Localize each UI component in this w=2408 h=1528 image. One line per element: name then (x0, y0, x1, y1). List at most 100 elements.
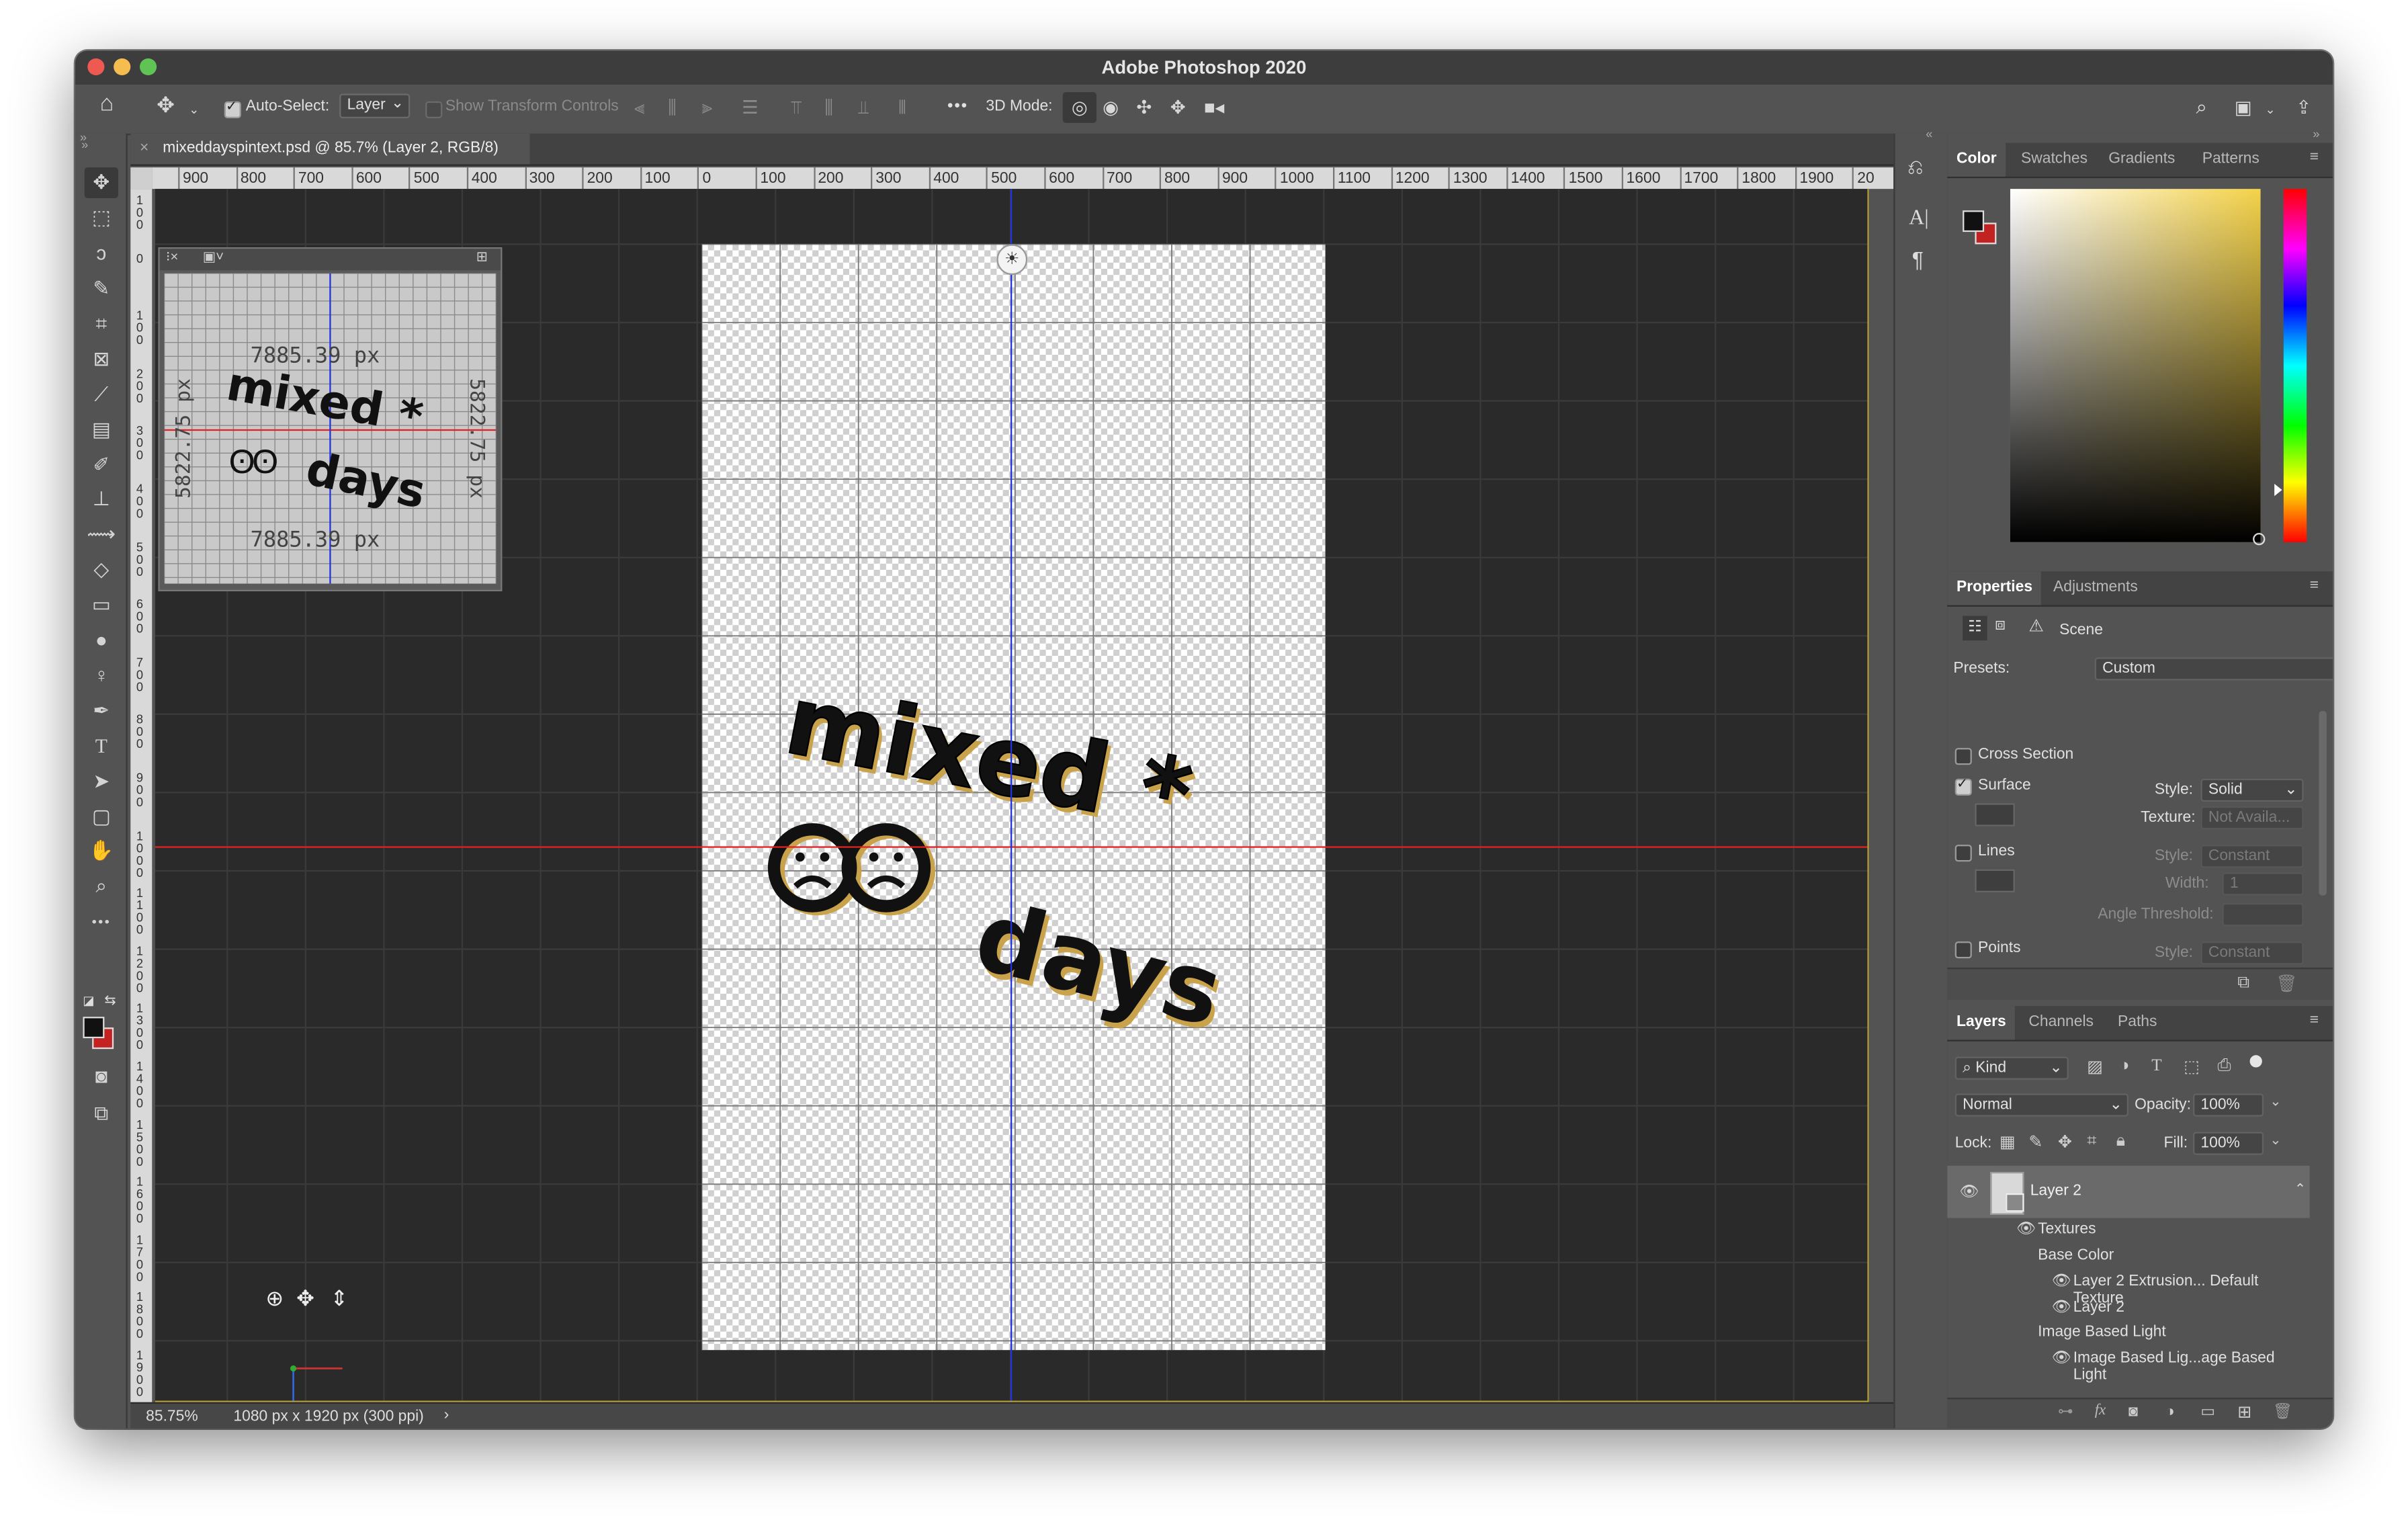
filter-type-icon[interactable]: T (2151, 1057, 2161, 1075)
lines-style-dropdown[interactable]: Constant (2200, 845, 2304, 868)
panel-menu-icon[interactable]: ≡ (2310, 149, 2319, 166)
distribute-icon[interactable]: ☰ (742, 97, 759, 118)
close-tab-button[interactable]: × (140, 134, 148, 165)
color-swatches[interactable] (1960, 208, 1997, 245)
opacity-chevron-icon[interactable]: ⌄ (2270, 1093, 2281, 1110)
opacity-field[interactable]: 100% (2192, 1093, 2264, 1117)
layer-name[interactable]: Layer 2 (2030, 1183, 2081, 1199)
tab-layers[interactable]: Layers (1947, 1006, 2016, 1040)
brush-tool-icon[interactable]: ✐ (85, 450, 118, 481)
mesh-icon[interactable]: ⧈ (1995, 616, 2006, 636)
filter-pixel-icon[interactable]: ▨ (2087, 1057, 2103, 1076)
surface-texture-dropdown[interactable]: Not Availa... (2200, 806, 2304, 830)
zoom-tool-icon[interactable]: ⌕ (85, 871, 118, 902)
auto-select-target-dropdown[interactable]: Layer ⌄ (339, 93, 411, 118)
light-settings-icon[interactable]: ⚠ (2028, 616, 2044, 636)
character-icon[interactable]: A| (1909, 208, 1929, 232)
quick-select-tool-icon[interactable]: ✎ (85, 273, 118, 304)
align-right-icon[interactable]: ⫸ (702, 97, 712, 118)
mask-icon[interactable]: ◙ (2128, 1404, 2138, 1420)
lock-transparent-icon[interactable]: ▦ (2000, 1132, 2016, 1152)
panel-menu-icon[interactable]: ≡ (2310, 577, 2319, 594)
auto-select-checkbox[interactable] (224, 98, 241, 118)
stamp-tool-icon[interactable]: ⊥ (85, 484, 118, 515)
tab-gradients[interactable]: Gradients (2100, 143, 2185, 177)
move-tool-icon[interactable]: ✥ (157, 93, 175, 115)
fx-icon[interactable]: fx (2095, 1402, 2106, 1419)
layer-row-selected[interactable]: 👁︎ Layer 2 ⌃ (1947, 1165, 2310, 1218)
tab-properties[interactable]: Properties (1947, 571, 2042, 605)
adjustment-icon[interactable]: ◑ (2165, 1404, 2175, 1420)
ruler-origin[interactable] (130, 167, 153, 189)
quick-mask-icon[interactable]: ◙ (85, 1061, 118, 1092)
paragraph-icon[interactable]: ¶ (1912, 247, 1924, 272)
lock-image-icon[interactable]: ✎ (2028, 1132, 2042, 1152)
filter-toggle-icon[interactable] (2249, 1055, 2262, 1068)
lines-width-field[interactable]: 1 (2222, 872, 2304, 896)
fill-field[interactable]: 100% (2192, 1132, 2264, 1155)
surface-color-swatch[interactable] (1975, 803, 2015, 826)
home-icon[interactable]: ⌂ (100, 92, 114, 115)
panel-menu-icon[interactable]: ≡ (2310, 1012, 2319, 1029)
eyedropper-tool-icon[interactable]: ⟋ (85, 380, 118, 411)
lines-angle-field[interactable] (2222, 902, 2304, 927)
orbit-3d-icon[interactable]: ◎ (1062, 92, 1096, 123)
blur-tool-icon[interactable]: ● (85, 625, 118, 656)
points-style-dropdown[interactable]: Constant (2200, 941, 2304, 965)
show-transform-checkbox[interactable] (425, 101, 443, 118)
extrusion-eye-icon[interactable]: 👁︎ (2052, 1273, 2071, 1290)
trash-icon[interactable]: 🗑︎ (2273, 1404, 2292, 1420)
document-dimensions[interactable]: 1080 px x 1920 px (300 ppi) (233, 1408, 423, 1425)
tab-swatches[interactable]: Swatches (2012, 143, 2097, 177)
collapse-layer-icon[interactable]: ⌃ (2294, 1181, 2306, 1198)
color-field[interactable] (2010, 189, 2266, 546)
foreground-color-chip[interactable] (1963, 210, 1985, 232)
marquee-tool-icon[interactable]: ⬚ (85, 203, 118, 234)
pen-tool-icon[interactable]: ✒ (85, 695, 118, 726)
eraser-tool-icon[interactable]: ◇ (85, 554, 118, 585)
healing-brush-icon[interactable]: ▤ (85, 415, 118, 445)
align-left-icon[interactable]: ⫷ (634, 97, 644, 118)
align-bottom-icon[interactable]: ⫫ (859, 97, 869, 118)
history-icon[interactable]: ⎌ (1907, 155, 1924, 180)
path-select-tool-icon[interactable]: ➤ (85, 767, 118, 798)
swap-colors-icon[interactable]: ⇆ (104, 992, 116, 1009)
properties-scrollbar[interactable] (2319, 711, 2327, 896)
document-tab[interactable]: × mixeddayspintext.psd @ 85.7% (Layer 2,… (130, 133, 530, 165)
crop-tool-icon[interactable]: ⌗ (85, 308, 118, 339)
align-vcenter-icon[interactable]: ⫼ (824, 97, 833, 118)
align-top-icon[interactable]: ⫪ (791, 97, 802, 118)
horizontal-ruler[interactable]: 900 800 700 600 500 400 300 200 100 0 100 200 300 400… (152, 167, 1894, 189)
points-checkbox[interactable] (1954, 941, 1972, 959)
scene-icon[interactable]: ☷ (1963, 616, 1987, 641)
foreground-color-swatch[interactable] (83, 1017, 105, 1039)
zoom-level[interactable]: 85.75% (146, 1408, 198, 1425)
canvas-area[interactable]: mixed * mixed * days days ☀ ⁝× ▣˅ ⊞ 7885… (155, 189, 1869, 1402)
folder-icon[interactable]: ▭ (2200, 1404, 2215, 1420)
layer2-texture-eye-icon[interactable]: 👁︎ (2052, 1300, 2071, 1316)
link-icon[interactable]: ⊶ (2058, 1404, 2073, 1420)
tab-adjustments[interactable]: Adjustments (2044, 571, 2147, 605)
lock-position-icon[interactable]: ✥ (2058, 1132, 2072, 1152)
filter-smart-object-icon[interactable]: ⎙ (2218, 1057, 2231, 1077)
presets-dropdown[interactable]: Custom⌄ (2094, 657, 2333, 681)
tab-patterns[interactable]: Patterns (2193, 143, 2269, 177)
fill-chevron-icon[interactable]: ⌄ (2270, 1132, 2281, 1149)
roll-3d-icon[interactable]: ◉ (1103, 97, 1119, 118)
lock-artboard-icon[interactable]: ⌗ (2087, 1132, 2096, 1152)
ibl-eye-icon[interactable]: 👁︎ (2052, 1350, 2071, 1367)
filter-shape-icon[interactable]: ⬚ (2184, 1057, 2200, 1076)
left-collapse-icon[interactable]: » (80, 130, 87, 144)
screen-mode-icon[interactable]: ⧉ (85, 1098, 118, 1129)
vertical-ruler[interactable]: 1000100200300400500600700800900100011001… (130, 189, 153, 1402)
lines-color-swatch[interactable] (1975, 869, 2015, 892)
panel-expand-icon[interactable]: » (2313, 128, 2319, 142)
distribute-vertical-icon[interactable]: ⫴ (898, 97, 906, 118)
color-picker-handle[interactable] (2253, 533, 2266, 546)
new-layer-icon[interactable]: ⊞ (2237, 1402, 2251, 1422)
textures-eye-icon[interactable]: 👁︎ (2016, 1221, 2036, 1238)
scale-3d-icon[interactable]: ■◂ (1204, 97, 1224, 118)
edit-toolbar-icon[interactable]: ••• (85, 906, 118, 937)
layer-filter-dropdown[interactable]: ⌕ Kind ⌄ (1954, 1056, 2069, 1080)
panel-collapse-icon[interactable]: « (1926, 128, 1932, 142)
